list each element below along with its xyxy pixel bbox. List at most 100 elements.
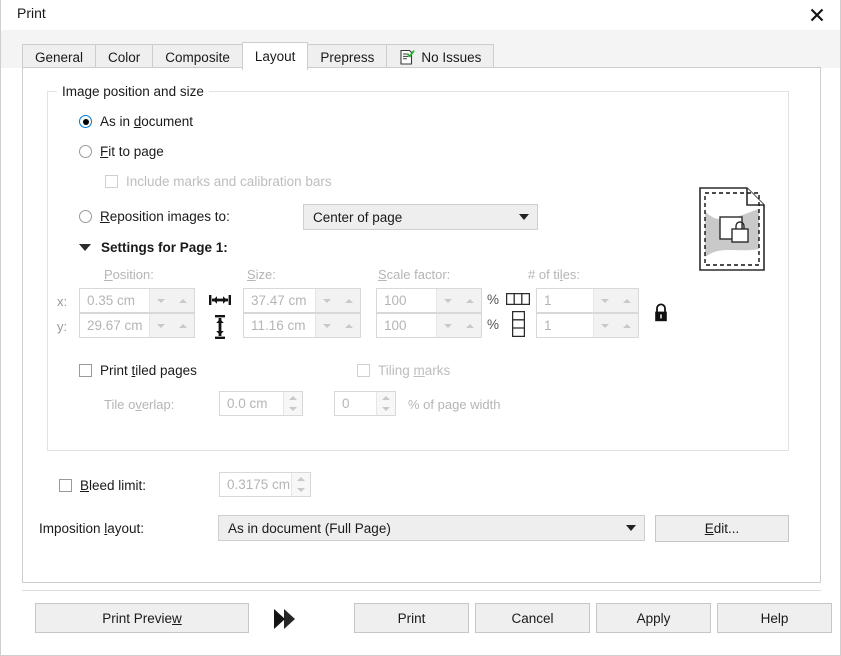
tiles-height-spinner[interactable] — [593, 314, 638, 337]
label-tile-overlap: Tile overlap: — [104, 397, 175, 412]
label-scale-factor: Scale factor: — [378, 267, 451, 282]
caret-down-icon[interactable] — [79, 244, 91, 251]
scale-height-percent: % — [487, 317, 500, 332]
spinner-down-icon[interactable] — [377, 404, 395, 416]
tile-overlap-percent-field[interactable]: 0 — [334, 391, 396, 416]
checkbox-tiling-marks[interactable]: Tiling marks — [357, 363, 450, 378]
radio-label: Reposition images to: — [100, 209, 230, 224]
bleed-limit-value: 0.3175 cm — [227, 477, 291, 492]
print-button[interactable]: Print — [354, 603, 469, 633]
lock-icon[interactable] — [652, 302, 670, 324]
size-height-spinner[interactable] — [315, 314, 360, 337]
spinner-up-icon[interactable] — [466, 323, 474, 328]
checkbox-bleed-limit[interactable]: Bleed limit: — [59, 478, 146, 493]
spinner-up-icon[interactable] — [179, 323, 187, 328]
size-height-field[interactable]: 11.16 cm — [243, 313, 361, 338]
edit-button-label: Edit... — [704, 521, 740, 536]
spinner-down-icon[interactable] — [157, 298, 165, 303]
spinner-up-icon[interactable] — [345, 323, 353, 328]
print-dialog: Print General Color Composite Layout Pre… — [0, 0, 841, 656]
size-width-spinner[interactable] — [315, 289, 360, 312]
tab-label: Composite — [165, 50, 230, 65]
spinner-down-icon[interactable] — [323, 298, 331, 303]
cancel-button[interactable]: Cancel — [475, 603, 590, 633]
spinner-up-icon[interactable] — [623, 323, 631, 328]
axis-label-x: x: — [57, 294, 68, 309]
position-y-spinner[interactable] — [149, 314, 194, 337]
spinner-up-icon[interactable] — [292, 473, 310, 485]
help-button[interactable]: Help — [717, 603, 832, 633]
accel-char: S — [378, 267, 387, 282]
checkbox-include-marks[interactable]: Include marks and calibration bars — [105, 174, 332, 189]
settings-for-page-header[interactable]: Settings for Page 1: — [79, 240, 228, 255]
spinner-down-icon[interactable] — [444, 298, 452, 303]
spinner-down-icon[interactable] — [444, 323, 452, 328]
radio-reposition-images[interactable]: Reposition images to: — [79, 209, 230, 224]
radio-indicator[interactable] — [79, 210, 92, 223]
bleed-limit-spinner[interactable] — [291, 473, 310, 496]
scale-width-field[interactable]: 100 — [376, 288, 482, 313]
checkbox-indicator[interactable] — [79, 364, 92, 377]
size-width-value: 37.47 cm — [251, 293, 307, 308]
checkbox-indicator[interactable] — [105, 175, 118, 188]
tab-label: Prepress — [320, 50, 375, 65]
accel-char: t — [131, 363, 136, 378]
help-button-label: Help — [760, 610, 789, 626]
position-x-field[interactable]: 0.35 cm — [79, 288, 195, 313]
spinner-up-icon[interactable] — [623, 298, 631, 303]
edit-button[interactable]: Edit... — [655, 515, 789, 542]
axis-label-y: y: — [57, 319, 68, 334]
accel-char: l — [559, 267, 563, 282]
reposition-dropdown[interactable]: Center of page — [303, 204, 538, 230]
double-chevron-right-icon[interactable] — [271, 607, 297, 631]
accel-char: R — [100, 209, 110, 224]
spinner-down-icon[interactable] — [157, 323, 165, 328]
close-button[interactable] — [794, 0, 840, 30]
radio-indicator[interactable] — [79, 115, 92, 128]
spinner-down-icon[interactable] — [601, 323, 609, 328]
tab-layout[interactable]: Layout — [241, 42, 309, 70]
radio-indicator[interactable] — [79, 145, 92, 158]
scale-width-spinner[interactable] — [436, 289, 481, 312]
tile-overlap-percent-spinner[interactable] — [376, 392, 395, 415]
bleed-limit-field[interactable]: 0.3175 cm — [219, 472, 311, 497]
spinner-down-icon[interactable] — [323, 323, 331, 328]
spinner-up-icon[interactable] — [345, 298, 353, 303]
spinner-up-icon[interactable] — [284, 392, 302, 404]
accel-char: v — [135, 397, 142, 412]
tab-label: Layout — [254, 49, 296, 64]
position-x-spinner[interactable] — [149, 289, 194, 312]
spinner-down-icon[interactable] — [284, 404, 302, 416]
checkbox-label: Print tiled pages — [100, 363, 197, 378]
tile-overlap-field[interactable]: 0.0 cm — [219, 391, 303, 416]
spinner-up-icon[interactable] — [179, 298, 187, 303]
accel-char: m — [413, 363, 425, 378]
accel-char: l — [104, 521, 108, 536]
chevron-down-icon — [618, 525, 644, 531]
tile-overlap-spinner[interactable] — [283, 392, 302, 415]
spinner-down-icon[interactable] — [292, 485, 310, 497]
tiles-width-spinner[interactable] — [593, 289, 638, 312]
tiles-height-field[interactable]: 1 — [536, 313, 639, 338]
print-preview-button[interactable]: Print Preview — [35, 603, 249, 633]
radio-fit-to-page[interactable]: Fit to page — [79, 144, 164, 159]
spinner-down-icon[interactable] — [601, 298, 609, 303]
scale-height-field[interactable]: 100 — [376, 313, 482, 338]
scale-width-percent: % — [487, 292, 500, 307]
tiles-width-field[interactable]: 1 — [536, 288, 639, 313]
tiles-width-value: 1 — [544, 293, 552, 308]
footer-bar: Print Preview Print Cancel Apply Help — [22, 591, 832, 643]
spinner-up-icon[interactable] — [377, 392, 395, 404]
checkbox-indicator[interactable] — [59, 479, 72, 492]
radio-as-in-document[interactable]: As in document — [79, 114, 193, 129]
chevron-down-icon — [511, 214, 537, 220]
imposition-layout-dropdown[interactable]: As in document (Full Page) — [218, 515, 645, 541]
checkbox-print-tiled-pages[interactable]: Print tiled pages — [79, 363, 197, 378]
position-y-field[interactable]: 29.67 cm — [79, 313, 195, 338]
label-percent-of-page-width: % of page width — [408, 397, 501, 412]
size-width-field[interactable]: 37.47 cm — [243, 288, 361, 313]
scale-height-spinner[interactable] — [436, 314, 481, 337]
spinner-up-icon[interactable] — [466, 298, 474, 303]
checkbox-indicator[interactable] — [357, 364, 370, 377]
apply-button[interactable]: Apply — [596, 603, 711, 633]
